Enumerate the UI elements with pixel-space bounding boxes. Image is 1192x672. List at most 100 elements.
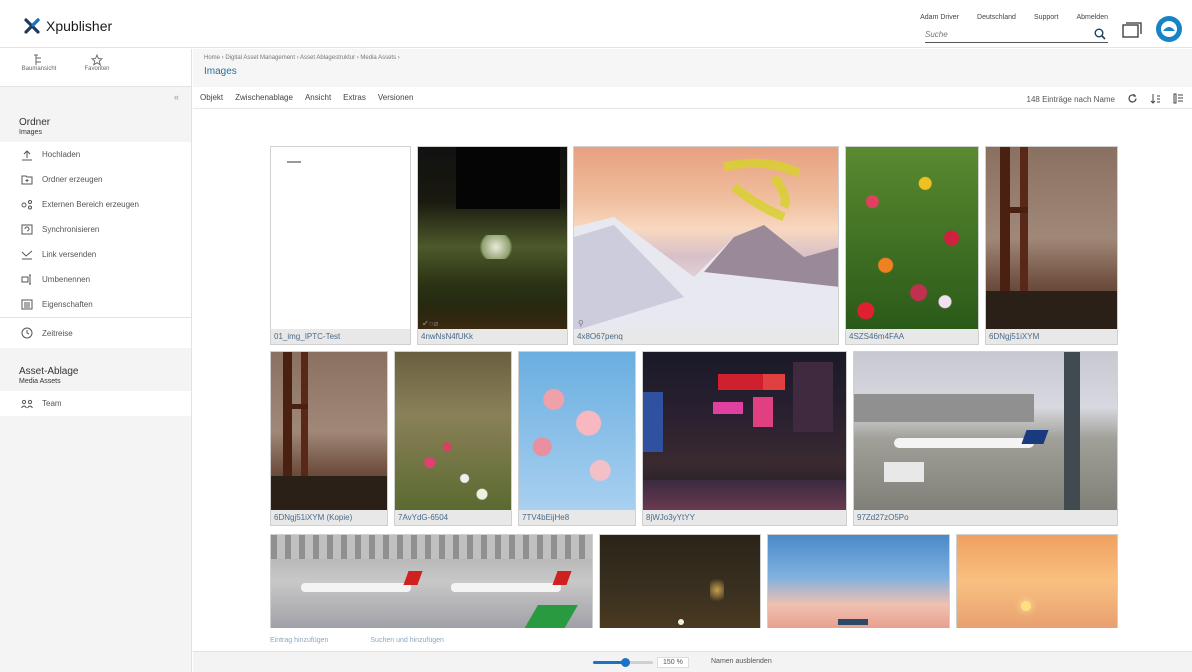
asset-tile[interactable]: 7AvYdG-6504	[394, 351, 512, 526]
main-content: Home › Digital Asset Management › Asset …	[193, 49, 1192, 672]
action-upload[interactable]: Hochladen	[0, 142, 191, 167]
window-icon[interactable]	[1122, 22, 1142, 40]
action-send-link-label: Link versenden	[42, 250, 97, 259]
action-properties-label: Eigenschaften	[42, 300, 93, 309]
action-external-area-label: Externen Bereich erzeugen	[42, 200, 139, 209]
layout-icon[interactable]	[1173, 93, 1184, 106]
crumb-bar: Home › Digital Asset Management › Asset …	[193, 49, 1192, 87]
breadcrumb[interactable]: Home › Digital Asset Management › Asset …	[204, 55, 1181, 61]
sort-icon[interactable]	[1150, 93, 1161, 106]
support-link[interactable]: Support	[1034, 14, 1059, 21]
asset-list: Team	[0, 391, 191, 416]
asset-tile[interactable]: 6DNgj51iXYM (Kopie)	[270, 351, 388, 526]
asset-section-header[interactable]: Asset-Ablage Media Assets	[0, 362, 191, 391]
menu-versions[interactable]: Versionen	[378, 93, 414, 102]
asset-thumbnail	[271, 147, 410, 329]
asset-caption: 4SZS46m4FAA	[846, 329, 978, 344]
asset-thumbnail	[986, 147, 1117, 331]
app-name: Xpublisher	[46, 18, 113, 34]
tree-view-icon	[34, 54, 41, 65]
menu-extras[interactable]: Extras	[343, 93, 366, 102]
sidebar-item-team[interactable]: Team	[0, 391, 191, 416]
sidebar-view-switcher: Baumansicht Favoriten	[0, 49, 191, 87]
properties-icon	[20, 299, 34, 311]
search-box	[925, 27, 1108, 43]
menu-clipboard[interactable]: Zwischenablage	[235, 93, 293, 102]
action-external-area[interactable]: Externen Bereich erzeugen	[0, 192, 191, 217]
folder-section-title: Ordner	[19, 117, 51, 128]
asset-grid: 01_img_IPTC-Test ✔○⌀ 4nwNsN4fUKk ⚲ 4x8O6…	[193, 109, 1192, 634]
asset-tile[interactable]	[767, 534, 950, 628]
action-sync-label: Synchronisieren	[42, 225, 100, 234]
tree-view-button[interactable]: Baumansicht	[10, 49, 68, 86]
search-add-link[interactable]: Suchen und hinzufügen	[370, 637, 444, 644]
asset-tile[interactable]	[599, 534, 761, 628]
search-icon[interactable]	[1094, 28, 1106, 42]
action-send-link[interactable]: Link versenden	[0, 242, 191, 267]
action-time-travel[interactable]: Zeitreise	[0, 318, 191, 348]
asset-section-title: Asset-Ablage	[19, 366, 79, 377]
asset-tile[interactable]: 8jWJo3yYtYY	[642, 351, 847, 526]
asset-tile[interactable]: 4SZS46m4FAA	[845, 146, 979, 345]
search-input[interactable]	[925, 27, 1085, 41]
status-bar: 150 % Namen ausblenden	[193, 651, 1192, 672]
menu-object[interactable]: Objekt	[200, 93, 223, 102]
folder-actions: Hochladen Ordner erzeugen Externen Berei…	[0, 142, 191, 348]
action-properties[interactable]: Eigenschaften	[0, 292, 191, 317]
asset-tile[interactable]: 01_img_IPTC-Test	[270, 146, 411, 345]
user-name-link[interactable]: Adam Driver	[920, 14, 959, 21]
asset-thumbnail	[600, 535, 760, 628]
asset-caption: 8jWJo3yYtYY	[643, 510, 846, 525]
folder-create-icon	[20, 174, 34, 186]
asset-caption: 4nwNsN4fUKk	[418, 329, 567, 344]
avatar[interactable]	[1156, 16, 1182, 42]
action-time-travel-label: Zeitreise	[42, 328, 73, 338]
send-link-icon	[20, 249, 34, 261]
refresh-icon[interactable]	[1127, 93, 1138, 106]
asset-tile[interactable]	[956, 534, 1118, 628]
avatar-icon	[1161, 21, 1177, 37]
asset-thumbnail	[768, 535, 949, 628]
asset-caption: 6DNgj51iXYM (Kopie)	[271, 510, 387, 525]
asset-tile[interactable]: 97Zd27zO5Po	[853, 351, 1118, 526]
asset-thumbnail	[957, 535, 1117, 628]
app-logo[interactable]: Xpublisher	[24, 18, 112, 34]
logout-link[interactable]: Abmelden	[1076, 14, 1108, 21]
sidebar-item-team-label: Team	[42, 399, 62, 408]
toggle-names-button[interactable]: Namen ausblenden	[711, 658, 772, 665]
language-link[interactable]: Deutschland	[977, 14, 1016, 21]
menu-view[interactable]: Ansicht	[305, 93, 331, 102]
asset-tile[interactable]	[270, 534, 593, 628]
collapse-sidebar-icon[interactable]: «	[174, 92, 179, 102]
asset-status-icon: ✔○⌀	[422, 319, 439, 328]
action-sync[interactable]: Synchronisieren	[0, 217, 191, 242]
folder-section-header: Ordner Images	[0, 109, 191, 142]
asset-tile[interactable]: ⚲ 4x8O67penq	[573, 146, 839, 345]
asset-tile[interactable]: 7TV4bEijHe8	[518, 351, 636, 526]
page-title: Images	[204, 66, 237, 77]
action-rename[interactable]: Umbenennen	[0, 267, 191, 292]
asset-thumbnail	[574, 147, 838, 331]
asset-thumbnail	[271, 352, 387, 512]
zoom-level: 150 %	[657, 657, 689, 668]
add-entry-link[interactable]: Eintrag hinzufügen	[270, 637, 328, 644]
asset-thumbnail	[519, 352, 635, 510]
asset-tile[interactable]: 6DNgj51iXYM	[985, 146, 1118, 345]
spacer	[0, 348, 191, 362]
sidebar: Baumansicht Favoriten « Ordner Images Ho…	[0, 49, 192, 672]
action-create-folder-label: Ordner erzeugen	[42, 175, 103, 184]
folder-section-subtitle: Images	[19, 129, 42, 136]
action-create-folder[interactable]: Ordner erzeugen	[0, 167, 191, 192]
action-upload-label: Hochladen	[42, 150, 81, 159]
clock-icon	[20, 327, 34, 339]
asset-thumbnail	[846, 147, 978, 329]
asset-thumbnail	[643, 352, 846, 510]
toolbar-right: 148 Einträge nach Name	[1027, 93, 1185, 106]
asset-caption: 7TV4bEijHe8	[519, 510, 635, 525]
zoom-slider[interactable]	[593, 658, 653, 667]
asset-thumbnail	[854, 352, 1117, 512]
upload-icon	[20, 149, 34, 161]
zoom-slider-handle[interactable]	[621, 658, 630, 667]
favorites-button[interactable]: Favoriten	[68, 49, 126, 86]
asset-tile[interactable]: ✔○⌀ 4nwNsN4fUKk	[417, 146, 568, 345]
